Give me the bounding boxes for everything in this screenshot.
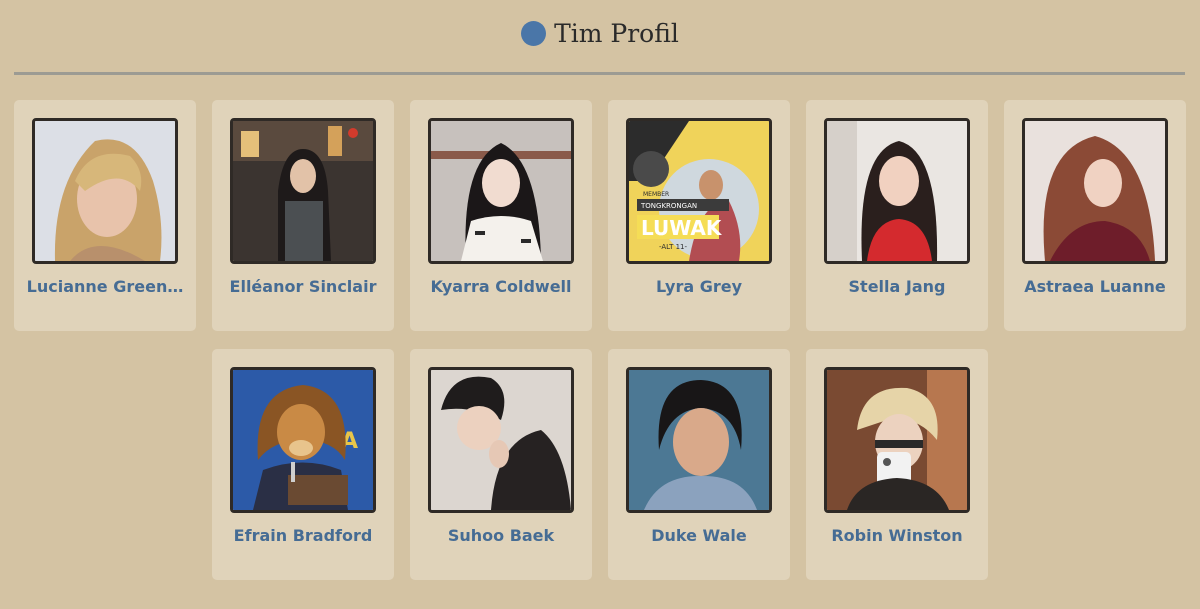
photo-label-alt: -ALT 11- [659, 243, 688, 251]
profile-name[interactable]: Stella Jang [806, 277, 988, 296]
profile-name[interactable]: Astraea Luanne [1004, 277, 1186, 296]
profile-photo: A [230, 367, 376, 513]
profile-card-astraea[interactable]: Astraea Luanne [1004, 100, 1186, 331]
profile-name[interactable]: Suhoo Baek [410, 526, 592, 545]
profile-card-efrain[interactable]: A Efrain Bradford [212, 349, 394, 580]
profile-card-kyarra[interactable]: Kyarra Coldwell [410, 100, 592, 331]
circle-icon [521, 20, 547, 46]
profile-name[interactable]: Robin Winston [806, 526, 988, 545]
profile-name[interactable]: Duke Wale [608, 526, 790, 545]
profile-photo [32, 118, 178, 264]
photo-label-luwak: LUWAK [641, 216, 723, 240]
avatar-photo-icon [233, 121, 373, 261]
avatar-photo-icon [629, 370, 769, 510]
avatar-photo-icon [1025, 121, 1165, 261]
profile-name[interactable]: Elléanor Sinclair [212, 277, 394, 296]
page-title: Tim Profil [554, 18, 679, 48]
avatar-photo-icon [431, 121, 571, 261]
profile-photo [230, 118, 376, 264]
avatar-photo-icon: A [233, 370, 373, 510]
profile-photo [428, 118, 574, 264]
profile-photo: TONGKRONGAN MEMBER LUWAK -ALT 11- [626, 118, 772, 264]
photo-label-tongkrongan: TONGKRONGAN [640, 202, 697, 210]
photo-label-member: MEMBER [643, 191, 669, 198]
profile-photo [428, 367, 574, 513]
avatar-photo-icon [431, 370, 571, 510]
avatar-photo-icon: TONGKRONGAN MEMBER LUWAK -ALT 11- [629, 121, 769, 261]
profile-card-lyra[interactable]: TONGKRONGAN MEMBER LUWAK -ALT 11- Lyra G… [608, 100, 790, 331]
profile-name[interactable]: Efrain Bradford [212, 526, 394, 545]
profile-name[interactable]: Lucianne Green… [14, 277, 196, 296]
profile-card-robin[interactable]: Robin Winston [806, 349, 988, 580]
profile-photo [1022, 118, 1168, 264]
profile-photo [626, 367, 772, 513]
profile-photo [824, 367, 970, 513]
page-header: Tim Profil [0, 0, 1200, 66]
profile-card-stella[interactable]: Stella Jang [806, 100, 988, 331]
avatar-photo-icon [827, 121, 967, 261]
profile-card-duke[interactable]: Duke Wale [608, 349, 790, 580]
profile-name[interactable]: Kyarra Coldwell [410, 277, 592, 296]
profile-card-lucianne[interactable]: Lucianne Green… [14, 100, 196, 331]
profile-card-elleanor[interactable]: Elléanor Sinclair [212, 100, 394, 331]
avatar-photo-icon [35, 121, 175, 261]
profile-name[interactable]: Lyra Grey [608, 277, 790, 296]
profile-card-suhoo[interactable]: Suhoo Baek [410, 349, 592, 580]
avatar-photo-icon [827, 370, 967, 510]
profile-photo [824, 118, 970, 264]
header-divider [14, 72, 1185, 75]
